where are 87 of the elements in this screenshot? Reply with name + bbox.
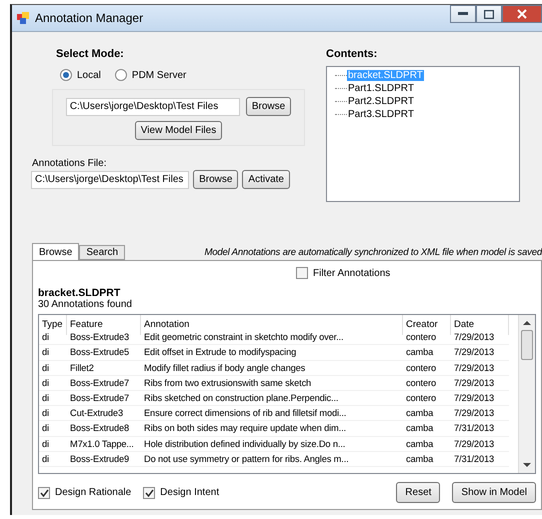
table-cell: camba xyxy=(403,406,451,422)
table-cell: 7/31/2013 xyxy=(451,452,509,467)
tree-item[interactable]: Part2.SLDPRT xyxy=(347,96,415,107)
annotations-file-label: Annotations File: xyxy=(32,158,108,169)
checkbox-label: Filter Annotations xyxy=(313,268,390,278)
table-cell: 7/29/2013 xyxy=(451,390,509,406)
checkbox-label: Design Intent xyxy=(160,487,220,498)
checkbox[interactable] xyxy=(143,486,156,498)
minimize-icon xyxy=(458,12,468,16)
table-cell: contero xyxy=(403,376,451,391)
table-cell: Do not use symmetry or pattern for ribs. Angles m... xyxy=(141,452,403,467)
radio-button[interactable] xyxy=(114,69,127,81)
checkbox[interactable] xyxy=(38,486,50,498)
up-arrow-icon[interactable] xyxy=(523,320,531,326)
table-cell: contero xyxy=(403,330,451,346)
radio-label: PDM Server xyxy=(132,70,186,80)
table-cell: Boss-Extrude5 xyxy=(67,345,141,361)
close-icon xyxy=(517,9,527,19)
table-cell: 7/31/2013 xyxy=(451,421,509,436)
view-model-files-button[interactable]: View Model Files xyxy=(134,121,222,140)
table-cell: Boss-Extrude9 xyxy=(67,452,141,467)
table-cell: 7/29/2013 xyxy=(451,376,509,391)
table-cell: Modify fillet radius if body angle changes xyxy=(141,360,403,376)
maximize-button[interactable] xyxy=(476,5,502,23)
table-cell: di xyxy=(39,390,67,406)
table-cell: Ribs from two extrusionswith same sketch xyxy=(141,376,403,391)
table-cell: Ensure correct dimensions of rib and filletsif modi... xyxy=(141,406,403,422)
table-cell: 7/29/2013 xyxy=(451,436,509,452)
table-cell: camba xyxy=(403,345,451,361)
tab[interactable]: Search xyxy=(79,245,126,260)
table-cell: contero xyxy=(403,390,451,406)
table-cell: di xyxy=(39,345,67,361)
minimize-button[interactable] xyxy=(450,5,476,23)
table-cell: 7/29/2013 xyxy=(451,406,509,422)
annotations-file-field[interactable]: C:\Users\jorge\Desktop\Test Files xyxy=(31,170,190,188)
table-cell: camba xyxy=(403,421,451,436)
table-cell: M7x1.0 Tappe... xyxy=(67,436,141,452)
action-button[interactable]: Show in Model xyxy=(452,482,536,503)
model-name: bracket.SLDPRT xyxy=(38,287,122,299)
annotation-count: 30 Annotations found xyxy=(38,299,133,310)
tree-item[interactable]: Part1.SLDPRT xyxy=(347,83,415,94)
radio-label: Local xyxy=(77,70,101,80)
sync-note: Model Annotations are automatically synchronized to XML file when model is saved xyxy=(204,247,542,260)
table-cell: di xyxy=(39,406,67,422)
table-cell: 7/29/2013 xyxy=(451,330,509,346)
table-cell: di xyxy=(39,376,67,391)
table-cell: 7/29/2013 xyxy=(451,345,509,361)
table-cell: Boss-Extrude7 xyxy=(67,376,141,391)
table-cell: di xyxy=(39,360,67,376)
table-cell: Fillet2 xyxy=(67,360,141,376)
model-path-field[interactable]: C:\Users\jorge\Desktop\Test Files xyxy=(66,98,240,116)
table-cell: di xyxy=(39,330,67,346)
table-cell: contero xyxy=(403,360,451,376)
app-icon xyxy=(16,11,30,25)
table-cell: di xyxy=(39,421,67,436)
table-cell: Ribs sketched on construction plane.Perpendic... xyxy=(141,390,403,406)
browse-button[interactable]: Browse xyxy=(193,170,238,189)
table-cell: 7/29/2013 xyxy=(451,360,509,376)
table-cell: Boss-Extrude3 xyxy=(67,330,141,346)
scrollbar-thumb[interactable] xyxy=(521,330,533,360)
table-cell: Edit geometric constraint in sketchto modify over... xyxy=(141,330,403,346)
table-cell: Ribs on both sides may require update when dim... xyxy=(141,421,403,436)
mode-label: Select Mode: xyxy=(56,48,125,60)
tree-item[interactable]: Part3.SLDPRT xyxy=(347,109,415,120)
column-header[interactable]: Creator xyxy=(403,315,451,335)
table-cell: Hole distribution defined individually by size.Do n... xyxy=(141,436,403,452)
checkbox[interactable] xyxy=(296,267,308,279)
table-cell: Cut-Extrude3 xyxy=(67,406,141,422)
window-title: Annotation Manager xyxy=(35,11,144,25)
table-cell: Boss-Extrude7 xyxy=(67,390,141,406)
radio-button[interactable] xyxy=(60,69,72,81)
table-cell: di xyxy=(39,452,67,467)
scrollbar[interactable] xyxy=(518,315,535,473)
table-cell: Edit offset in Extrude to modifyspacing xyxy=(141,345,403,361)
browse-button[interactable]: Browse xyxy=(246,97,292,116)
down-arrow-icon[interactable] xyxy=(523,462,531,468)
table-cell: camba xyxy=(403,452,451,467)
tab[interactable]: Browse xyxy=(32,243,80,260)
maximize-icon xyxy=(484,10,494,18)
close-button[interactable] xyxy=(502,5,542,23)
table-cell: di xyxy=(39,436,67,452)
checkbox-label: Design Rationale xyxy=(55,487,132,498)
table-cell: camba xyxy=(403,436,451,452)
activate-button[interactable]: Activate xyxy=(242,170,290,189)
table-cell: Boss-Extrude8 xyxy=(67,421,141,436)
action-button[interactable]: Reset xyxy=(396,482,440,503)
contents-label: Contents: xyxy=(326,48,378,60)
